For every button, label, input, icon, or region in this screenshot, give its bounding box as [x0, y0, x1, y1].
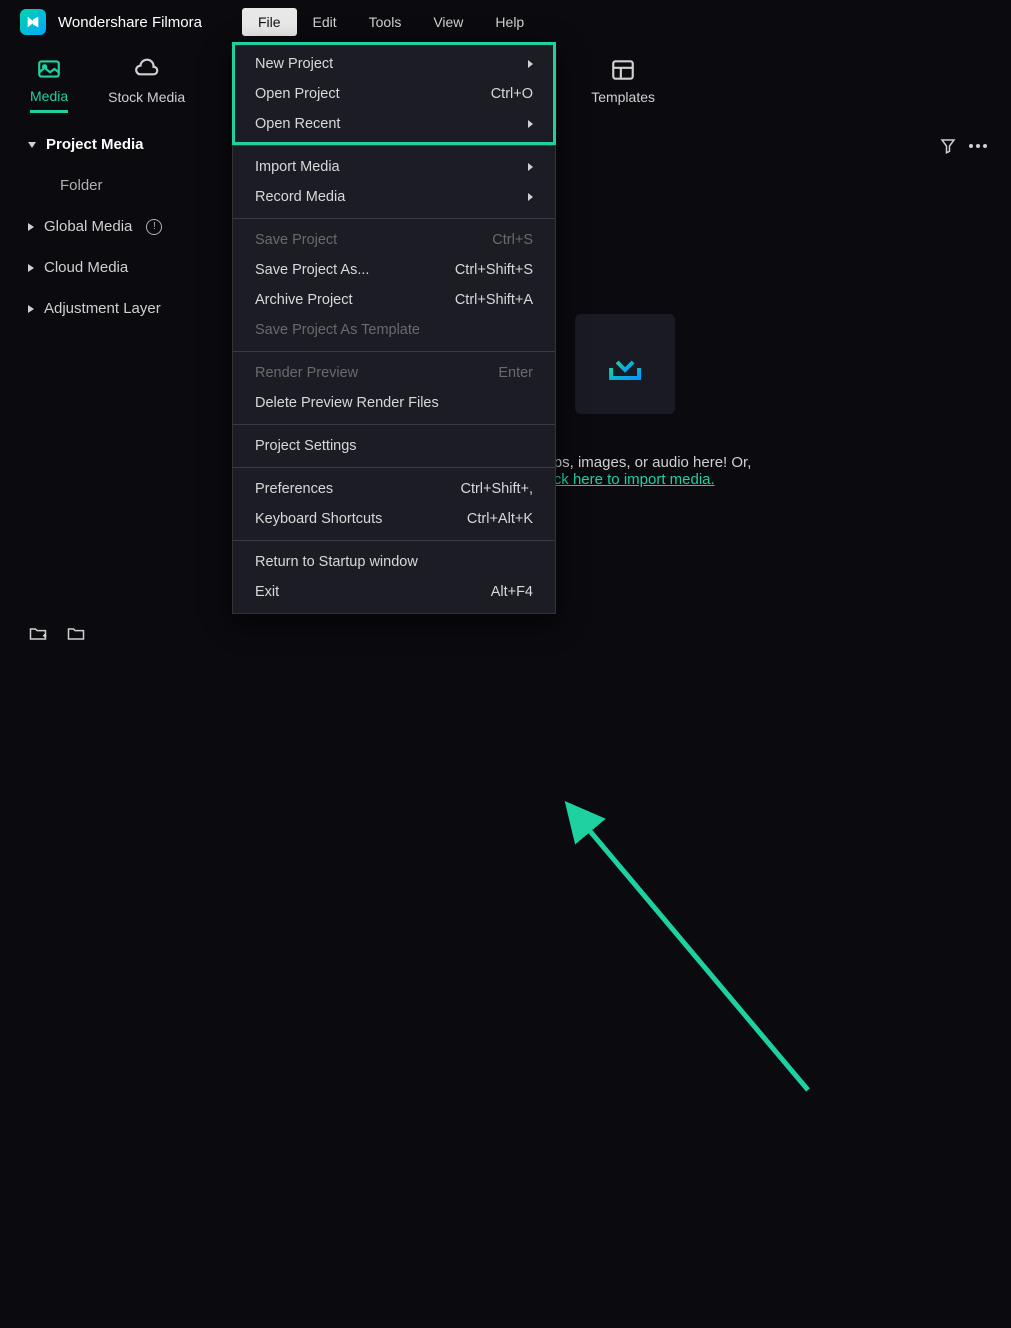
sidebar-adjustment-layer[interactable]: Adjustment Layer	[0, 288, 240, 329]
menu-item-label: Save Project As...	[255, 262, 369, 278]
sidebar-project-media[interactable]: Project Media	[0, 124, 240, 165]
menu-item-delete-preview-render-files[interactable]: Delete Preview Render Files	[233, 388, 555, 418]
app-title: Wondershare Filmora	[58, 14, 202, 31]
menu-item-shortcut: Ctrl+O	[491, 86, 533, 102]
menu-separator	[233, 424, 555, 425]
filmora-icon	[25, 14, 41, 30]
caret-right-icon	[28, 305, 34, 313]
menu-item-label: Record Media	[255, 189, 345, 205]
menu-item-label: Delete Preview Render Files	[255, 395, 439, 411]
app-logo	[20, 9, 46, 35]
chevron-right-icon	[528, 120, 533, 128]
menu-edit[interactable]: Edit	[297, 8, 353, 36]
annotation-arrow	[0, 664, 1011, 1328]
menu-item-shortcut: Alt+F4	[491, 584, 533, 600]
menu-view[interactable]: View	[417, 8, 479, 36]
sidebar-bottom-tools	[28, 624, 86, 644]
info-icon: !	[146, 219, 162, 235]
menu-tools[interactable]: Tools	[353, 8, 418, 36]
menu-item-label: Open Project	[255, 86, 340, 102]
import-link[interactable]: Click here to import media.	[536, 471, 714, 488]
cloud-icon	[134, 57, 160, 83]
menu-separator	[233, 145, 555, 146]
tab-media[interactable]: Media	[30, 56, 68, 113]
chevron-right-icon	[528, 193, 533, 201]
menu-item-shortcut: Ctrl+Shift+A	[455, 292, 533, 308]
menu-file[interactable]: File	[242, 8, 297, 36]
tab-label: Stock Media	[108, 89, 185, 105]
sidebar-label: Cloud Media	[44, 259, 128, 276]
tab-templates[interactable]: Templates	[591, 57, 655, 111]
menu-item-label: Exit	[255, 584, 279, 600]
menu-item-preferences[interactable]: Preferences Ctrl+Shift+,	[233, 474, 555, 504]
more-icon[interactable]	[969, 144, 987, 148]
caret-right-icon	[28, 264, 34, 272]
sidebar-label: Folder	[60, 177, 103, 194]
sidebar-label: Global Media	[44, 218, 132, 235]
new-folder-icon[interactable]	[28, 624, 48, 644]
tab-label: Templates	[591, 89, 655, 105]
titlebar: Wondershare Filmora File Edit Tools View…	[0, 0, 1011, 44]
sidebar: Project Media Folder Global Media ! Clou…	[0, 124, 240, 664]
menu-item-label: New Project	[255, 56, 333, 72]
menu-item-shortcut: Ctrl+Shift+S	[455, 262, 533, 278]
media-icon	[36, 56, 62, 82]
menu-item-exit[interactable]: Exit Alt+F4	[233, 577, 555, 607]
chevron-right-icon	[528, 163, 533, 171]
menu-item-record-media[interactable]: Record Media	[233, 182, 555, 212]
menu-item-label: Archive Project	[255, 292, 353, 308]
sidebar-folder[interactable]: Folder	[0, 165, 240, 206]
menu-separator	[233, 351, 555, 352]
menu-item-shortcut: Ctrl+Shift+,	[460, 481, 533, 497]
menu-item-label: Open Recent	[255, 116, 340, 132]
caret-down-icon	[28, 142, 36, 148]
tab-stock-media[interactable]: Stock Media	[108, 57, 185, 111]
menu-item-render-preview: Render Preview Enter	[233, 358, 555, 388]
sidebar-cloud-media[interactable]: Cloud Media	[0, 247, 240, 288]
menu-separator	[233, 218, 555, 219]
menu-item-save-project-as[interactable]: Save Project As... Ctrl+Shift+S	[233, 255, 555, 285]
file-menu-dropdown: New Project Open Project Ctrl+O Open Recent…	[232, 42, 556, 614]
sidebar-label: Project Media	[46, 136, 144, 153]
menu-item-label: Preferences	[255, 481, 333, 497]
menu-item-return-to-startup-window[interactable]: Return to Startup window	[233, 547, 555, 577]
menu-item-shortcut: Enter	[498, 365, 533, 381]
tab-label: Media	[30, 88, 68, 104]
import-icon	[575, 314, 675, 414]
sidebar-label: Adjustment Layer	[44, 300, 161, 317]
menu-item-shortcut: Ctrl+S	[492, 232, 533, 248]
menu-item-save-project: Save Project Ctrl+S	[233, 225, 555, 255]
menu-item-new-project[interactable]: New Project	[233, 49, 555, 79]
filter-icon[interactable]	[939, 137, 957, 155]
menu-item-label: Save Project As Template	[255, 322, 420, 338]
menu-item-label: Import Media	[255, 159, 340, 175]
menu-item-label: Return to Startup window	[255, 554, 418, 570]
menu-item-shortcut: Ctrl+Alt+K	[467, 511, 533, 527]
menu-item-keyboard-shortcuts[interactable]: Keyboard Shortcuts Ctrl+Alt+K	[233, 504, 555, 534]
chevron-right-icon	[528, 60, 533, 68]
menu-item-label: Render Preview	[255, 365, 358, 381]
menu-separator	[233, 467, 555, 468]
menu-item-open-project[interactable]: Open Project Ctrl+O	[233, 79, 555, 109]
menubar: File Edit Tools View Help	[242, 8, 540, 36]
menu-item-archive-project[interactable]: Archive Project Ctrl+Shift+A	[233, 285, 555, 315]
menu-item-import-media[interactable]: Import Media	[233, 152, 555, 182]
menu-item-label: Project Settings	[255, 438, 357, 454]
menu-separator	[233, 540, 555, 541]
sidebar-global-media[interactable]: Global Media !	[0, 206, 240, 247]
folder-icon[interactable]	[66, 624, 86, 644]
menu-item-project-settings[interactable]: Project Settings	[233, 431, 555, 461]
templates-icon	[610, 57, 636, 83]
menu-item-open-recent[interactable]: Open Recent	[233, 109, 555, 139]
menu-item-label: Keyboard Shortcuts	[255, 511, 382, 527]
caret-right-icon	[28, 223, 34, 231]
menu-item-save-project-as-template: Save Project As Template	[233, 315, 555, 345]
menu-help[interactable]: Help	[479, 8, 540, 36]
menu-item-label: Save Project	[255, 232, 337, 248]
